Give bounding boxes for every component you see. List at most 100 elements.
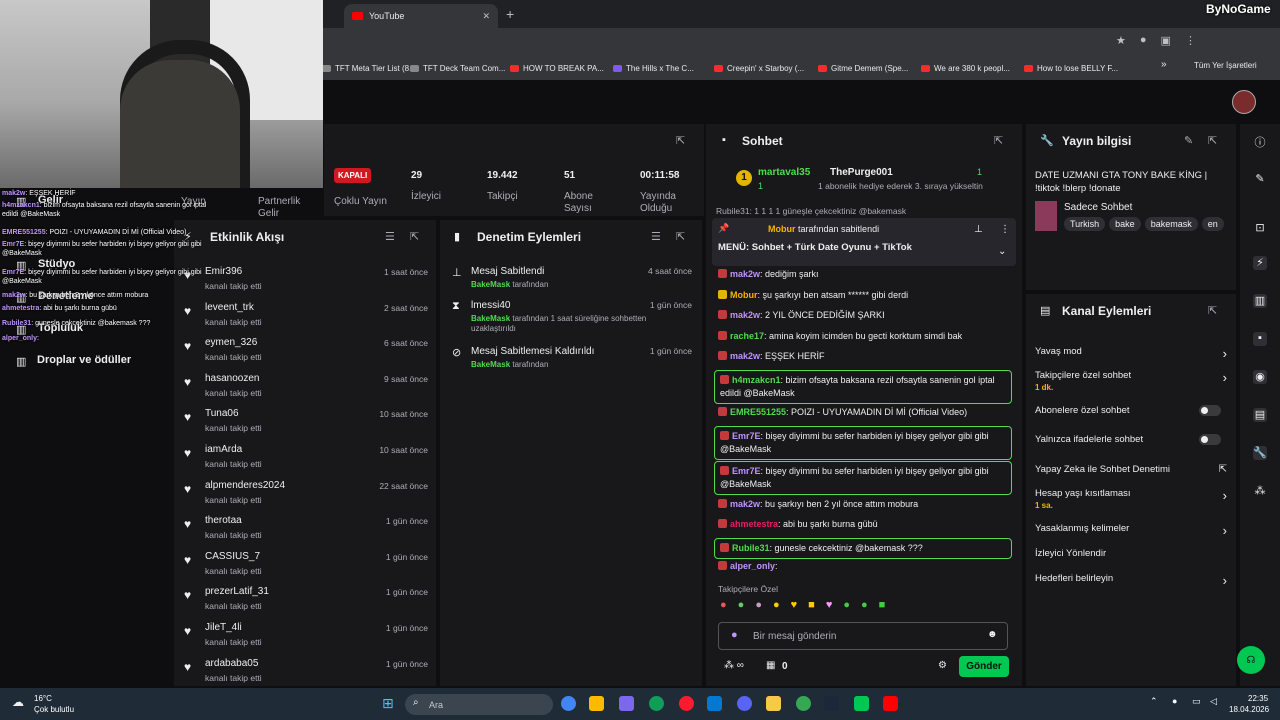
user-avatar[interactable] <box>1232 90 1256 114</box>
tag-chip[interactable]: bake <box>1109 217 1141 231</box>
chevron-right-icon[interactable]: › <box>1223 488 1227 503</box>
popout-icon[interactable]: ⇱ <box>676 230 685 243</box>
chat-username[interactable]: mak2w <box>730 269 760 279</box>
more-options-icon[interactable]: ⋮ <box>1000 224 1010 235</box>
chat-message[interactable]: alper_only: <box>718 560 1010 573</box>
emote-icon[interactable]: ■ <box>808 599 815 611</box>
volume-icon[interactable]: ◁ <box>1210 696 1217 707</box>
bookmarks-more-button[interactable]: » <box>1161 59 1167 70</box>
activity-username[interactable]: alpmenderes2024 <box>205 480 285 491</box>
external-link-icon[interactable]: ⇱ <box>1219 464 1227 475</box>
activity-username[interactable]: hasanoozen <box>205 373 260 384</box>
moderation-actor[interactable]: BakeMask <box>471 360 510 369</box>
chat-bubble-icon[interactable]: ▪ <box>1253 332 1267 346</box>
channel-action-item[interactable]: Abonelere özel sohbet <box>1035 405 1227 416</box>
gift-user[interactable]: martaval35 <box>758 167 810 178</box>
sidebar-item[interactable]: Droplar ve ödüller <box>37 354 131 366</box>
weather-icon[interactable]: ☁ <box>12 695 24 709</box>
activity-username[interactable]: eymen_326 <box>205 337 257 348</box>
edit-icon[interactable]: ✎ <box>1253 172 1267 186</box>
chat-message[interactable]: EMRE551255: POIZI - UYUYAMADIN Dİ Mİ (Of… <box>718 406 1010 419</box>
filter-icon[interactable]: ☰ <box>385 230 395 243</box>
mic-tray-icon[interactable]: ● <box>1172 696 1177 706</box>
unpin-icon[interactable]: ⊥ <box>974 224 983 235</box>
activity-username[interactable]: JileT_4li <box>205 622 242 633</box>
chat-message[interactable]: h4mzakcn1: bizim ofsayta baksana rezil o… <box>714 370 1012 404</box>
bookmark-item[interactable]: The Hills x The C... <box>613 64 694 73</box>
activity-row[interactable]: ♥ alpmenderes2024 kanalı takip etti 22 saat… <box>184 478 428 510</box>
emote-icon[interactable]: ● <box>755 599 762 611</box>
chat-message[interactable]: Emr7E: bişey diyimmi bu sefer harbiden i… <box>714 461 1012 495</box>
activity-username[interactable]: CASSIUS_7 <box>205 551 260 562</box>
edit-icon[interactable]: ✎ <box>1184 134 1193 147</box>
popout-icon[interactable]: ⇱ <box>676 134 685 147</box>
chat-username[interactable]: mak2w <box>730 499 760 509</box>
chevron-right-icon[interactable]: › <box>1223 523 1227 538</box>
chat-message[interactable]: mak2w: bu şarkıyı ben 2 yıl önce attım m… <box>718 498 1010 511</box>
all-bookmarks-button[interactable]: Tüm Yer İşaretleri <box>1194 61 1257 70</box>
chat-username[interactable]: ahmetestra <box>730 519 778 529</box>
chat-username[interactable]: Emr7E <box>732 431 761 441</box>
users-icon[interactable]: ⁂ <box>1253 484 1267 498</box>
start-icon[interactable]: ⊞ <box>382 695 397 711</box>
layers-icon[interactable]: ▤ <box>1253 408 1267 422</box>
moderation-actor[interactable]: BakeMask <box>471 280 510 289</box>
activity-username[interactable]: prezerLatif_31 <box>205 586 269 597</box>
teams-icon[interactable] <box>619 696 634 711</box>
gift-icon[interactable]: ▦ <box>766 660 775 671</box>
emote-icon[interactable]: ♥ <box>791 599 798 611</box>
discord-icon[interactable] <box>737 696 752 711</box>
info-icon[interactable]: ⓘ <box>1253 134 1267 149</box>
activity-username[interactable]: therotaa <box>205 515 242 526</box>
activity-row[interactable]: ♥ Emir396 kanalı takip etti 1 saat önce <box>184 264 428 296</box>
emoji-icon[interactable]: ☻ <box>987 629 998 640</box>
emote-icon[interactable]: ● <box>861 599 868 611</box>
opera-icon[interactable] <box>679 696 694 711</box>
chrome-icon[interactable] <box>561 696 576 711</box>
bookmark-item[interactable]: TFT Deck Team Com... <box>410 64 505 73</box>
activity-username[interactable]: leveent_trk <box>205 302 254 313</box>
channel-action-item[interactable]: Yalnızca ifadelerle sohbet <box>1035 434 1227 445</box>
kick-icon[interactable] <box>854 696 869 711</box>
tag-chip[interactable]: bakemask <box>1144 217 1198 231</box>
popout-icon[interactable]: ⇱ <box>1208 304 1217 317</box>
activity-row[interactable]: ♥ Tuna06 kanalı takip etti 10 saat önce <box>184 406 428 438</box>
activity-username[interactable]: iamArda <box>205 444 242 455</box>
chat-message[interactable]: mak2w: EŞŞEK HERİF <box>718 350 1010 363</box>
chat-username[interactable]: mak2w <box>730 310 760 320</box>
channel-action-item[interactable]: Yasaklanmış kelimeler › <box>1035 523 1227 538</box>
activity-row[interactable]: ♥ leveent_trk kanalı takip etti 2 saat önce <box>184 300 428 332</box>
activity-row[interactable]: ♥ ardababa05 kanalı takip etti 1 gün önce <box>184 656 428 688</box>
filter-icon[interactable]: ☰ <box>651 230 661 243</box>
mail-icon[interactable] <box>707 696 722 711</box>
tray-chevron-icon[interactable]: ⌃ <box>1150 696 1158 707</box>
pinned-message[interactable]: Mobur tarafından sabitlendi 📌 MENÜ: Sohb… <box>712 218 1016 266</box>
store-icon[interactable] <box>589 696 604 711</box>
popout-icon[interactable]: ⇱ <box>1208 134 1217 147</box>
moderation-row[interactable]: ⊘ Mesaj Sabitlemesi Kaldırıldı BakeMask ta… <box>452 346 692 386</box>
popout-icon[interactable]: ⇱ <box>410 230 419 243</box>
help-button[interactable]: ☊ <box>1237 646 1265 674</box>
taskbar-search[interactable]: Ara <box>405 694 553 715</box>
tab-youtube[interactable]: YouTube ✕ <box>344 4 498 28</box>
puzzle-icon[interactable]: ▣ <box>1161 34 1171 47</box>
bookmark-item[interactable]: Gitme Demem (Spe... <box>818 64 908 73</box>
steam-icon[interactable] <box>824 696 839 711</box>
bookmark-item[interactable]: Creepin' x Starboy (... <box>714 64 804 73</box>
close-tab-button[interactable]: ✕ <box>482 11 490 22</box>
activity-username[interactable]: Tuna06 <box>205 408 239 419</box>
send-button[interactable]: Gönder <box>959 656 1009 677</box>
moderation-row[interactable]: ⧗ lmessi40 BakeMask tarafından 1 saat süre… <box>452 300 692 340</box>
chat-input[interactable]: Bir mesaj gönderin <box>718 622 1008 650</box>
document-icon[interactable]: ▥ <box>1253 294 1267 308</box>
points-icon[interactable]: ⁂ ∞ <box>724 660 744 671</box>
folder-icon[interactable] <box>766 696 781 711</box>
bookmark-item[interactable]: We are 380 k peopl... <box>921 64 1010 73</box>
extension-icon[interactable]: ● <box>1140 34 1147 47</box>
toggle-switch[interactable] <box>1199 405 1221 416</box>
activity-row[interactable]: ♥ prezerLatif_31 kanalı takip etti 1 gün ön… <box>184 584 428 616</box>
activity-row[interactable]: ♥ therotaa kanalı takip etti 1 gün önce <box>184 513 428 545</box>
pinned-by-user[interactable]: Mobur <box>768 224 796 234</box>
chevron-right-icon[interactable]: › <box>1223 370 1227 385</box>
star-icon[interactable]: ★ <box>1116 34 1126 47</box>
